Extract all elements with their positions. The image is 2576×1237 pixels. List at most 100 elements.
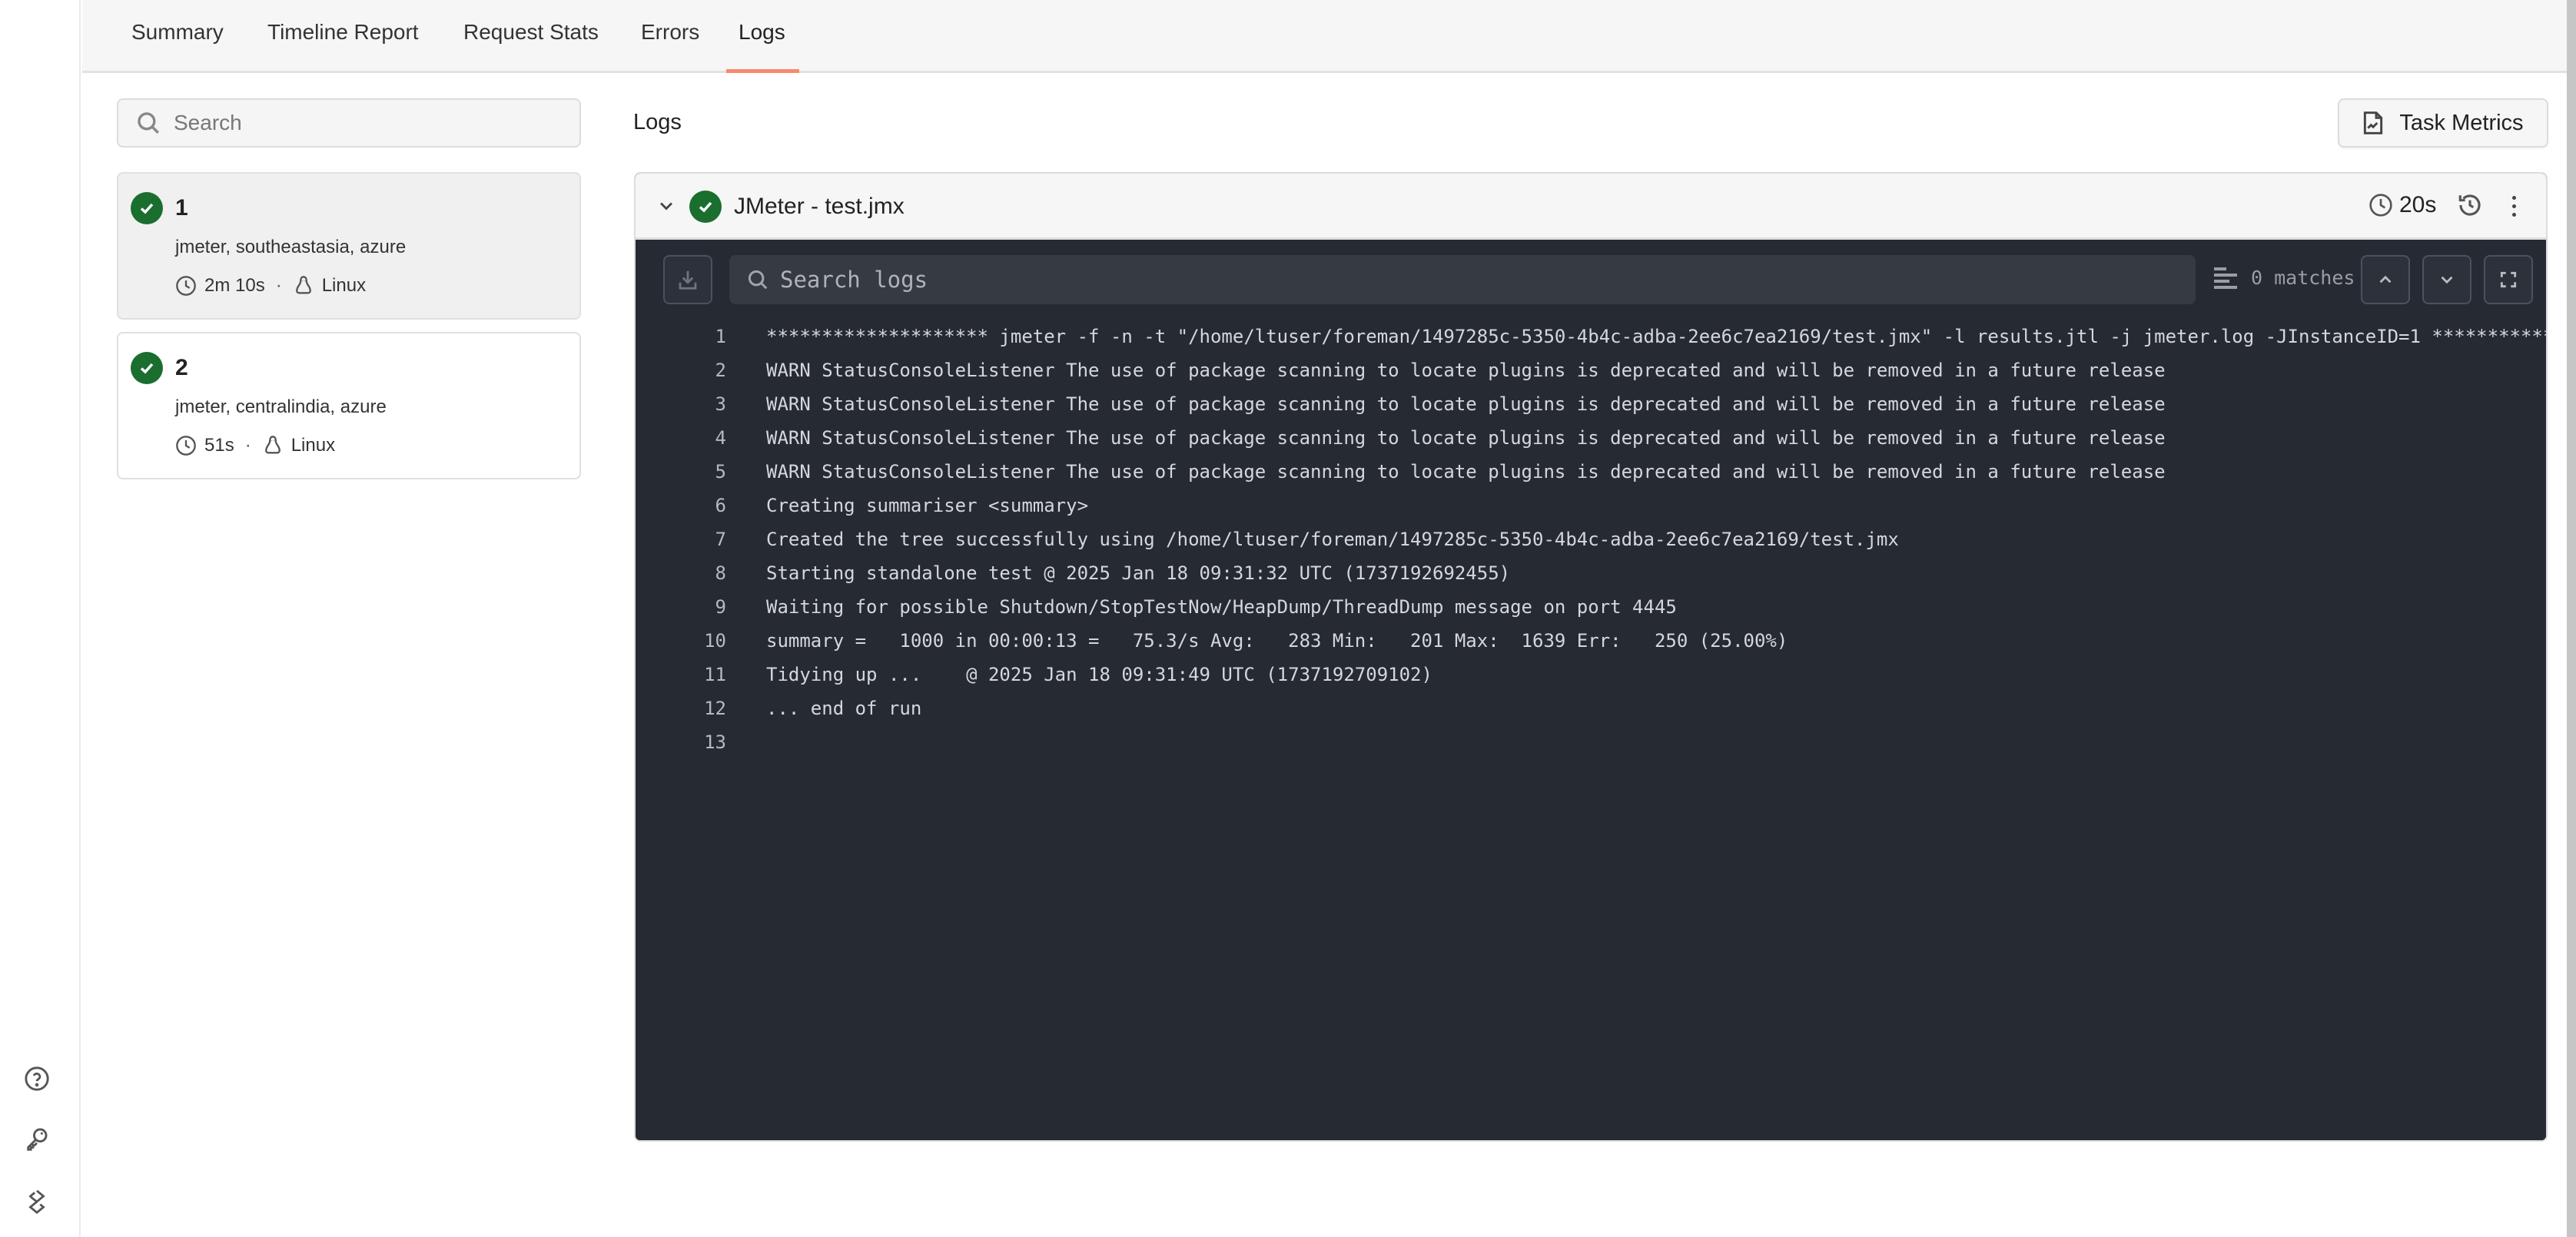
line-number: 6: [715, 495, 726, 516]
linux-icon: [264, 436, 281, 454]
separator-dot: ·: [244, 435, 251, 456]
task-card[interactable]: 1 jmeter, southeastasia, azure 2m 10s · …: [117, 172, 581, 320]
line-text: Creating summariser <summary>: [766, 495, 1089, 516]
section-title: Logs: [633, 110, 682, 134]
log-line: 2 WARN StatusConsoleListener The use of p…: [636, 353, 2546, 387]
previous-match-button[interactable]: [2361, 255, 2410, 304]
log-line: 1 ******************** jmeter -f -n -t "/…: [636, 320, 2546, 353]
line-number: 12: [704, 698, 726, 719]
search-icon: [138, 112, 159, 134]
line-text: Tidying up ... @ 2025 Jan 18 09:31:49 UT…: [766, 664, 1432, 685]
help-icon[interactable]: [23, 1065, 51, 1093]
task-duration: 51s: [204, 435, 234, 456]
success-icon: [131, 192, 163, 224]
separator-dot: ·: [275, 275, 282, 296]
success-icon: [689, 191, 722, 223]
line-text: ... end of run: [766, 698, 922, 719]
line-text: summary = 1000 in 00:00:13 = 75.3/s Avg:…: [766, 630, 1788, 652]
clock-icon: [2369, 194, 2392, 217]
line-number: 3: [715, 393, 726, 415]
line-text: ******************** jmeter -f -n -t "/h…: [766, 326, 2546, 347]
log-line: 13: [636, 725, 2546, 759]
log-line: 11 Tidying up ... @ 2025 Jan 18 09:31:49 …: [636, 658, 2546, 691]
clock-icon: [176, 436, 196, 456]
line-number: 1: [715, 326, 726, 347]
line-number: 13: [704, 731, 726, 753]
log-line: 5 WARN StatusConsoleListener The use of p…: [636, 455, 2546, 489]
left-rail: [0, 0, 81, 1237]
task-duration: 2m 10s: [204, 275, 265, 296]
key-icon[interactable]: [23, 1125, 51, 1152]
task-search-input[interactable]: [174, 111, 558, 135]
fullscreen-button[interactable]: [2484, 255, 2533, 304]
log-line: 6 Creating summariser <summary>: [636, 489, 2546, 522]
line-number: 2: [715, 360, 726, 381]
line-text: WARN StatusConsoleListener The use of pa…: [766, 461, 2166, 483]
line-text: WARN StatusConsoleListener The use of pa…: [766, 427, 2166, 449]
chevron-down-icon: [2441, 276, 2453, 284]
task-tags: jmeter, southeastasia, azure: [175, 237, 407, 257]
log-line: 8 Starting standalone test @ 2025 Jan 18 …: [636, 556, 2546, 590]
log-search[interactable]: [729, 255, 2196, 304]
clock-icon: [176, 276, 196, 296]
task-id: 2: [175, 355, 188, 380]
task-metrics-button[interactable]: Task Metrics: [2338, 98, 2548, 148]
task-id: 1: [175, 195, 188, 221]
line-text: WARN StatusConsoleListener The use of pa…: [766, 360, 2166, 381]
line-number: 10: [704, 630, 726, 652]
horizontal-scrollbar[interactable]: [636, 1140, 2468, 1142]
search-icon: [748, 270, 768, 290]
task-meta: 51s · Linux: [175, 435, 335, 456]
task-meta: 2m 10s · Linux: [175, 275, 366, 297]
download-button[interactable]: [663, 255, 712, 304]
chevron-down-icon[interactable]: [656, 195, 679, 218]
line-number: 4: [715, 427, 726, 449]
tab-request-stats[interactable]: Request Stats: [463, 20, 599, 45]
log-line: 9 Waiting for possible Shutdown/StopTestN…: [636, 590, 2546, 624]
log-line: 4 WARN StatusConsoleListener The use of p…: [636, 421, 2546, 455]
line-number: 9: [715, 596, 726, 618]
tab-timeline-report[interactable]: Timeline Report: [267, 20, 419, 45]
more-options-icon[interactable]: [2505, 192, 2523, 220]
log-line: 3 WARN StatusConsoleListener The use of p…: [636, 387, 2546, 421]
task-tags: jmeter, centralindia, azure: [175, 396, 387, 417]
log-duration: 20s: [2369, 192, 2436, 218]
chevron-up-icon: [2379, 275, 2392, 284]
log-line: 12 ... end of run: [636, 691, 2546, 725]
log-line: 10 summary = 1000 in 00:00:13 = 75.3/s Av…: [636, 624, 2546, 658]
line-text: Created the tree successfully using /hom…: [766, 529, 1899, 550]
line-text: WARN StatusConsoleListener The use of pa…: [766, 393, 2166, 415]
tab-summary[interactable]: Summary: [131, 20, 224, 45]
fullscreen-icon: [2500, 271, 2517, 288]
log-duration-value: 20s: [2399, 192, 2437, 217]
line-number: 8: [715, 562, 726, 584]
log-viewer: 0 matches 1 ******************** jmeter -…: [636, 240, 2546, 1142]
file-chart-icon: [2364, 111, 2383, 134]
history-icon[interactable]: [2457, 192, 2485, 220]
task-card[interactable]: 2 jmeter, centralindia, azure 51s · Linu…: [117, 332, 581, 479]
integrations-icon[interactable]: [23, 1188, 51, 1215]
task-os: Linux: [290, 435, 336, 456]
line-number: 11: [704, 664, 726, 685]
tab-bar: Summary Timeline Report Request Stats Er…: [82, 0, 2572, 73]
line-text: Waiting for possible Shutdown/StopTestNo…: [766, 596, 1677, 618]
download-icon: [679, 270, 697, 290]
log-panel-header[interactable]: JMeter - test.jmx 20s: [636, 174, 2546, 240]
page-scrollbar[interactable]: [2567, 0, 2576, 1237]
matches-icon: [2214, 267, 2237, 290]
task-os: Linux: [321, 275, 367, 296]
next-match-button[interactable]: [2422, 255, 2471, 304]
log-search-input[interactable]: [780, 267, 2163, 293]
line-number: 7: [715, 529, 726, 550]
log-panel: JMeter - test.jmx 20s 0 matches: [634, 172, 2548, 1142]
tab-logs[interactable]: Logs: [739, 20, 785, 45]
log-lines: 1 ******************** jmeter -f -n -t "/…: [636, 320, 2546, 759]
task-metrics-label: Task Metrics: [2399, 110, 2524, 135]
task-search[interactable]: [117, 98, 581, 148]
log-panel-title: JMeter - test.jmx: [734, 194, 905, 219]
log-line: 7 Created the tree successfully using /ho…: [636, 522, 2546, 556]
active-tab-indicator: [726, 69, 799, 73]
line-number: 5: [715, 461, 726, 483]
tab-errors[interactable]: Errors: [641, 20, 699, 45]
linux-icon: [295, 276, 311, 294]
